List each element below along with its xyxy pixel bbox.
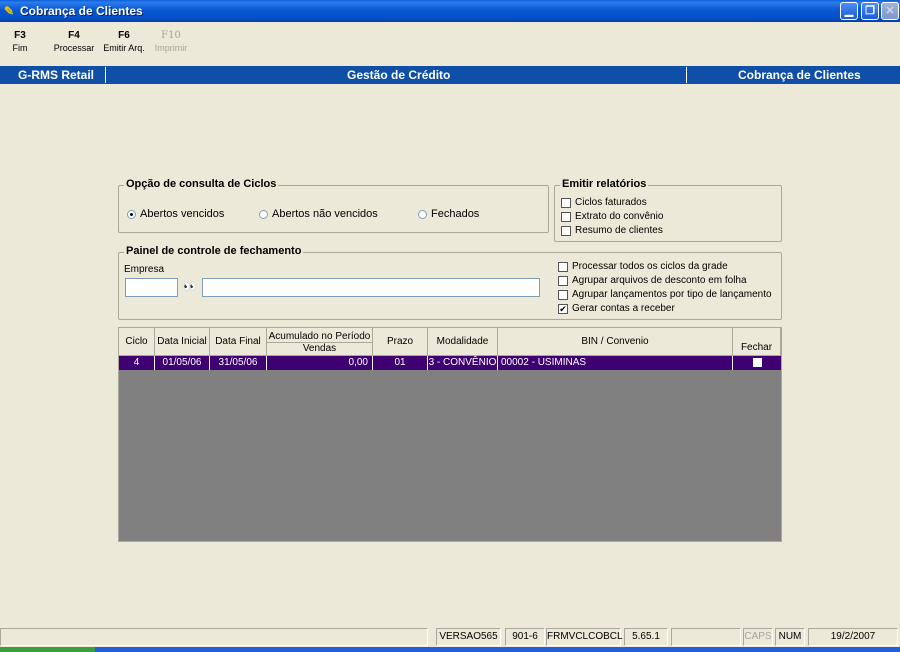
empresa-code-input[interactable] — [125, 278, 178, 297]
checkbox-label: Agrupar arquivos de desconto em folha — [572, 275, 747, 286]
checkbox-resumo-clientes[interactable]: Resumo de clientes — [561, 225, 663, 236]
col-vendas-label: Vendas — [267, 341, 372, 354]
status-version: VERSAO565 — [436, 628, 501, 646]
consulta-ciclos-title: Opção de consulta de Ciclos — [124, 178, 279, 190]
radio-label: Abertos não vencidos — [272, 208, 378, 220]
checkbox-box — [558, 289, 568, 300]
status-date: 19/2/2007 — [808, 628, 898, 646]
checkbox-label: Resumo de clientes — [575, 225, 663, 236]
col-acumulado-label: Acumulado no Período — [268, 330, 371, 342]
cell-ciclo: 4 — [119, 356, 155, 370]
checkbox-label: Processar todos os ciclos da grade — [572, 261, 728, 272]
painel-fechamento-title: Painel de controle de fechamento — [124, 245, 304, 257]
radio-label: Abertos vencidos — [140, 208, 225, 220]
radio-fechados[interactable]: Fechados — [418, 208, 479, 220]
emitir-arq-key: F6 — [118, 30, 130, 41]
window-title: Cobrança de Clientes — [20, 4, 143, 18]
checkbox-label: Ciclos faturados — [575, 197, 647, 208]
status-release: 5.65.1 — [624, 628, 668, 646]
radio-abertos-vencidos[interactable]: Abertos vencidos — [127, 208, 224, 220]
painel-fechamento-group: Painel de controle de fechamento Empresa… — [118, 245, 782, 320]
col-acumulado[interactable]: Acumulado no Período Vendas — [267, 328, 373, 356]
processar-label: Processar — [53, 43, 95, 53]
minimize-button[interactable]: ▁ — [840, 2, 858, 20]
screen-name: Cobrança de Clientes — [738, 68, 861, 82]
col-fechar[interactable]: Fechar — [733, 328, 781, 356]
col-bin-convenio[interactable]: BIN / Convenio — [498, 328, 733, 356]
checkbox-agrupar-lancamentos[interactable]: Agrupar lançamentos por tipo de lançamen… — [558, 289, 772, 300]
processar-key: F4 — [68, 30, 80, 41]
empresa-label: Empresa — [124, 264, 165, 275]
checkbox-label: Agrupar lançamentos por tipo de lançamen… — [572, 289, 772, 300]
checkbox-box: ✔ — [558, 303, 568, 314]
checkbox-label: Gerar contas a receber — [572, 303, 675, 314]
radio-abertos-nao-vencidos[interactable]: Abertos não vencidos — [259, 208, 378, 220]
fim-key: F3 — [14, 30, 26, 41]
checkbox-box — [558, 261, 568, 272]
cell-vendas: 0,00 — [267, 356, 373, 370]
imprimir-button[interactable]: F10 Imprimir — [150, 30, 192, 53]
grid-header: Ciclo Data Inicial Data Final Acumulado … — [119, 328, 781, 356]
function-key-toolbar: F3 Fim F4 Processar F6 Emitir Arq. F10 I… — [0, 22, 900, 66]
cell-data-inicial: 01/05/06 — [155, 356, 210, 370]
radio-dot — [127, 209, 136, 219]
taskbar-edge — [0, 647, 900, 652]
checkbox-box — [561, 211, 571, 222]
checkbox-box — [561, 225, 571, 236]
ciclos-grid[interactable]: Ciclo Data Inicial Data Final Acumulado … — [118, 327, 782, 542]
status-empty — [671, 628, 741, 646]
status-bar: VERSAO565 901-6 FRMVCLCOBCL 5.65.1 CAPS … — [0, 627, 900, 647]
col-prazo[interactable]: Prazo — [373, 328, 428, 356]
col-modalidade[interactable]: Modalidade — [428, 328, 498, 356]
cell-bin-convenio: 00002 - USIMINAS — [498, 356, 733, 370]
status-message — [0, 628, 428, 646]
close-button[interactable]: ✕ — [881, 2, 899, 20]
imprimir-label: Imprimir — [154, 43, 188, 53]
radio-dot — [259, 209, 268, 219]
imprimir-key: F10 — [161, 30, 181, 41]
emitir-arq-button[interactable]: F6 Emitir Arq. — [100, 30, 148, 53]
status-code: 901-6 — [505, 628, 545, 646]
cell-prazo: 01 — [373, 356, 428, 370]
status-form: FRMVCLCOBCL — [546, 628, 623, 646]
fim-label: Fim — [12, 43, 28, 53]
header-divider — [105, 67, 106, 83]
module-header-bar: G-RMS Retail Gestão de Crédito Cobrança … — [0, 66, 900, 84]
fim-button[interactable]: F3 Fim — [8, 30, 32, 53]
app-icon: ✎ — [4, 4, 15, 18]
checkbox-label: Extrato do convênio — [575, 211, 664, 222]
module-name: Gestão de Crédito — [347, 68, 451, 82]
checkbox-processar-todos[interactable]: Processar todos os ciclos da grade — [558, 261, 728, 272]
checkbox-ciclos-faturados[interactable]: Ciclos faturados — [561, 197, 647, 208]
cell-data-final: 31/05/06 — [210, 356, 267, 370]
consulta-ciclos-group: Opção de consulta de Ciclos Abertos venc… — [118, 178, 549, 233]
system-name: G-RMS Retail — [18, 68, 95, 82]
checkbox-agrupar-desconto[interactable]: Agrupar arquivos de desconto em folha — [558, 275, 747, 286]
col-ciclo[interactable]: Ciclo — [119, 328, 155, 356]
cell-fechar[interactable] — [733, 356, 781, 370]
header-divider — [686, 67, 687, 83]
emitir-relatorios-title: Emitir relatórios — [560, 178, 649, 190]
checkbox-gerar-contas[interactable]: ✔ Gerar contas a receber — [558, 303, 675, 314]
table-row[interactable]: 4 01/05/06 31/05/06 0,00 01 3 - CONVÊNIO… — [119, 356, 781, 370]
checkbox-box — [558, 275, 568, 286]
emitir-arq-label: Emitir Arq. — [103, 43, 145, 53]
fechar-checkbox[interactable] — [752, 357, 762, 367]
status-num: NUM — [775, 628, 805, 646]
radio-dot — [418, 209, 427, 219]
col-data-inicial[interactable]: Data Inicial — [155, 328, 210, 356]
col-data-final[interactable]: Data Final — [210, 328, 267, 356]
checkbox-extrato-convenio[interactable]: Extrato do convênio — [561, 211, 663, 222]
processar-button[interactable]: F4 Processar — [52, 30, 96, 53]
binoculars-icon[interactable]: 👀 — [180, 278, 200, 297]
radio-label: Fechados — [431, 208, 480, 220]
checkbox-box — [561, 197, 571, 208]
emitir-relatorios-group: Emitir relatórios Ciclos faturados Extra… — [554, 178, 782, 242]
restore-button[interactable]: ❐ — [861, 2, 879, 20]
empresa-name-input[interactable] — [202, 278, 540, 297]
cell-modalidade: 3 - CONVÊNIO — [428, 356, 498, 370]
status-caps: CAPS — [743, 628, 773, 646]
window-titlebar: ✎ Cobrança de Clientes ▁ ❐ ✕ — [0, 0, 900, 22]
